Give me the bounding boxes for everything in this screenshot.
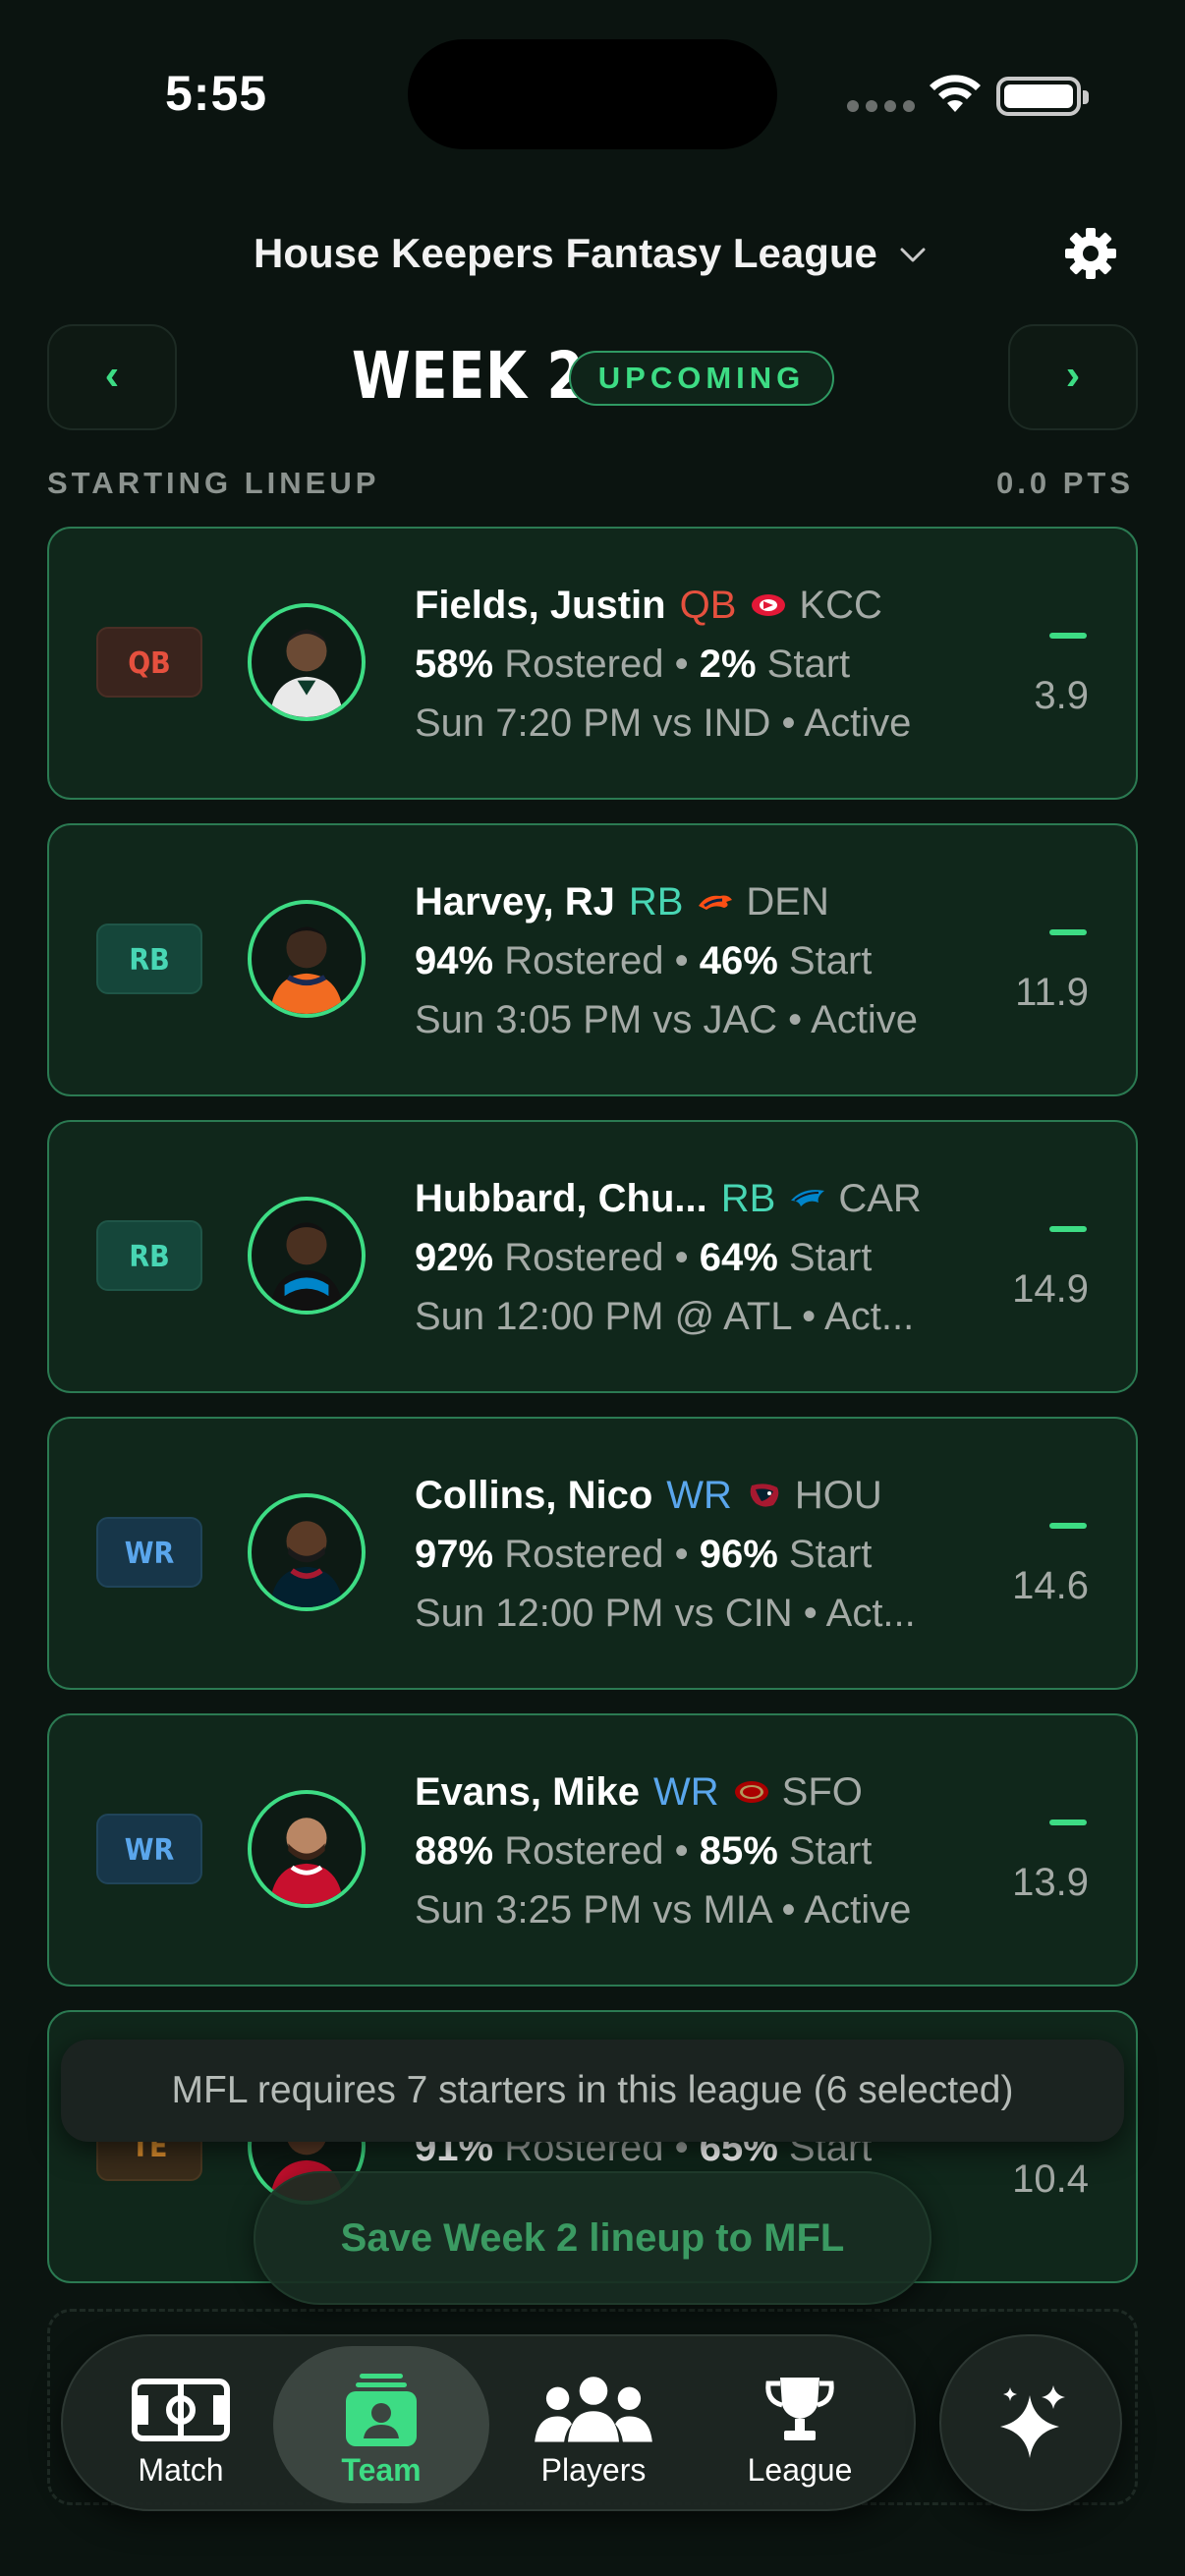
player-position: WR [666,1474,732,1517]
game-info: Sun 12:00 PM @ ATL • Act... [415,1295,915,1338]
tab-match[interactable]: Match [73,2346,289,2503]
tab-label: Match [138,2452,224,2488]
league-header: House Keepers Fantasy League [0,224,1185,293]
player-position: RB [628,880,684,924]
tab-bar: Match Team Players League [61,2334,916,2511]
player-name[interactable]: Harvey, RJ [415,872,615,931]
status-bar: 5:55 [0,0,1185,187]
live-score [1049,1523,1087,1529]
team-abbreviation: CAR [838,1177,922,1220]
tab-players[interactable]: Players [485,2346,702,2503]
status-time: 5:55 [165,66,268,121]
week-status-badge: UPCOMING [569,351,834,406]
slot-badge[interactable]: RB [96,1220,202,1291]
sparkles-icon [1000,2385,1065,2458]
team-abbreviation: DEN [746,880,829,924]
49ers-logo-icon [733,1778,770,1806]
player-name[interactable]: Hubbard, Chu... [415,1169,707,1228]
player-card[interactable]: RB Harvey, RJ RB DEN 94% Rostered • 46% … [47,823,1138,1096]
live-score [1049,1226,1087,1232]
live-score [1049,929,1087,935]
section-title: STARTING LINEUP [47,466,380,500]
game-info: Sun 12:00 PM vs CIN • Act... [415,1592,916,1635]
total-points: 0.0 PTS [996,466,1134,500]
texans-logo-icon [746,1482,783,1509]
panthers-logo-icon [789,1185,826,1212]
player-position: QB [679,584,737,627]
chevron-down-icon[interactable] [898,244,928,267]
chiefs-logo-icon [750,591,787,619]
projected-points: 10.4 [1012,2157,1089,2201]
projected-points: 14.6 [1012,1564,1089,1607]
people-icon [535,2374,652,2446]
dynamic-island [408,39,777,149]
player-name[interactable]: Fields, Justin [415,576,666,635]
game-info: Sun 3:25 PM vs MIA • Active [415,1888,912,1932]
broncos-logo-icon [697,888,734,916]
player-ownership: 88% Rostered • 85% Start [415,1829,873,1873]
league-selector[interactable]: House Keepers Fantasy League [254,230,877,277]
next-week-button[interactable]: › [1008,324,1138,430]
gear-icon[interactable] [1061,224,1120,283]
roster-icon [332,2374,430,2446]
team-abbreviation: HOU [794,1474,882,1517]
player-name[interactable]: Collins, Nico [415,1466,652,1525]
game-info: Sun 3:05 PM vs JAC • Active [415,998,918,1041]
player-avatar [248,603,366,721]
live-score [1049,1820,1087,1825]
player-name[interactable]: Evans, Mike [415,1763,640,1821]
team-abbreviation: SFO [781,1770,863,1814]
projected-points: 13.9 [1012,1861,1089,1904]
cellular-signal-icon [847,100,915,112]
projected-points: 14.9 [1012,1267,1089,1311]
player-card[interactable]: RB Hubbard, Chu... RB CAR 92% Rostered •… [47,1120,1138,1393]
projected-points: 3.9 [1034,674,1089,717]
player-avatar [248,900,366,1018]
week-title: WEEK 2 [352,338,585,414]
field-icon [132,2374,230,2446]
player-ownership: 58% Rostered • 2% Start [415,643,851,686]
tab-team[interactable]: Team [273,2346,489,2503]
player-avatar [248,1197,366,1315]
tab-label: Team [341,2452,422,2488]
slot-badge[interactable]: WR [96,1517,202,1588]
wifi-icon [930,75,981,112]
starter-count-toast: MFL requires 7 starters in this league (… [61,2040,1124,2142]
player-ownership: 97% Rostered • 96% Start [415,1533,873,1576]
tab-league[interactable]: League [692,2346,908,2503]
save-lineup-button[interactable]: Save Week 2 lineup to MFL [254,2171,931,2305]
live-score [1049,633,1087,639]
player-card[interactable]: WR Evans, Mike WR SFO 88% Rostered • 85%… [47,1713,1138,1987]
trophy-icon [751,2374,849,2446]
projected-points: 11.9 [1015,971,1089,1014]
player-position: WR [653,1770,719,1814]
slot-badge[interactable]: QB [96,627,202,698]
player-ownership: 92% Rostered • 64% Start [415,1236,873,1279]
ai-assistant-button[interactable] [939,2334,1122,2511]
slot-badge[interactable]: RB [96,924,202,994]
previous-week-button[interactable]: ‹ [47,324,177,430]
team-abbreviation: KCC [799,584,882,627]
player-position: RB [720,1177,776,1220]
player-card[interactable]: QB Fields, Justin QB KCC 58% Rostered • … [47,527,1138,800]
player-card[interactable]: WR Collins, Nico WR HOU 97% Rostered • 9… [47,1417,1138,1690]
slot-badge[interactable]: WR [96,1814,202,1884]
tab-label: Players [540,2452,647,2488]
battery-icon [996,77,1089,116]
player-avatar [248,1790,366,1908]
tab-label: League [747,2452,853,2488]
player-avatar [248,1493,366,1611]
player-ownership: 94% Rostered • 46% Start [415,939,873,982]
game-info: Sun 7:20 PM vs IND • Active [415,701,912,745]
